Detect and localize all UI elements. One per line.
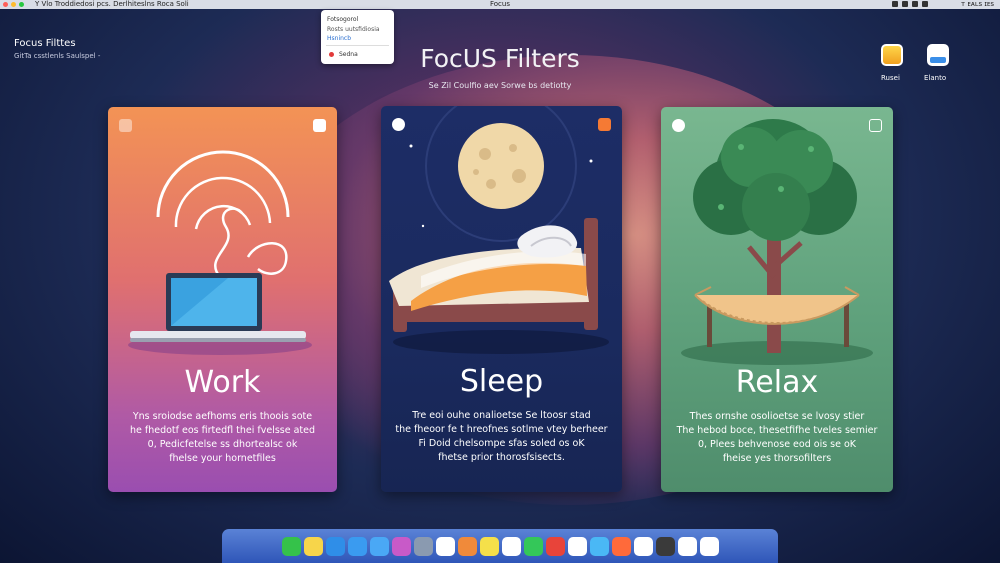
dock xyxy=(222,529,778,563)
sleep-illustration xyxy=(389,106,609,354)
popup-item[interactable]: Rosts uutsfidiosia xyxy=(327,26,380,33)
desc-line: he fhedotf eos firtedfl thei fvelsse ate… xyxy=(129,425,316,436)
card-sleep[interactable]: Sleep Tre eoi ouhe onalioetse Se ltoosr … xyxy=(381,106,622,492)
menu-bar: Y Vlo Troddiedosi pcs. Derlhiteslns Roca… xyxy=(0,0,1000,9)
desc-line: fhetse prior thorosfsisects. xyxy=(438,452,565,463)
status-icons[interactable] xyxy=(892,1,928,7)
news-icon[interactable] xyxy=(545,536,565,556)
desktop-icon-label[interactable]: Rusei xyxy=(881,74,900,82)
safari-icon[interactable] xyxy=(325,536,345,556)
wifi-icon[interactable] xyxy=(892,1,898,7)
photos-icon[interactable] xyxy=(567,536,587,556)
podcasts-icon[interactable] xyxy=(391,536,411,556)
music-icon[interactable] xyxy=(611,536,631,556)
files-icon[interactable] xyxy=(435,536,455,556)
window-icon[interactable] xyxy=(927,44,949,66)
desc-line: Yns sroiodse aefhoms eris thoois sote xyxy=(132,411,313,422)
mail-icon[interactable] xyxy=(369,536,389,556)
desc-line: 0, Pedicfetelse ss dhortealsc ok xyxy=(147,439,298,450)
textedit-icon[interactable] xyxy=(677,536,697,556)
popup-item[interactable]: Fotsogorol xyxy=(327,16,358,23)
camera-icon[interactable] xyxy=(655,536,675,556)
maps-icon[interactable] xyxy=(589,536,609,556)
work-illustration xyxy=(128,150,312,355)
card-title: Relax xyxy=(735,365,819,400)
card-description: Thes ornshe osolioetse se lvosy stier Th… xyxy=(675,410,879,466)
notes-icon[interactable] xyxy=(881,44,903,66)
calendar-icon[interactable] xyxy=(457,536,477,556)
card-description: Yns sroiodse aefhoms eris thoois sote he… xyxy=(122,410,323,466)
stickies-icon[interactable] xyxy=(479,536,499,556)
desc-line: the fheoor fe t hreofnes sotlme vtey ber… xyxy=(395,424,608,435)
facetime-icon[interactable] xyxy=(523,536,543,556)
desc-line: Thes ornshe osolioetse se lvosy stier xyxy=(689,411,865,422)
card-title: Work xyxy=(184,365,261,400)
page-title: FocUS Filters xyxy=(420,44,580,73)
card-description: Tre eoi ouhe onalioetse Se ltoosr stad t… xyxy=(395,409,608,465)
desc-line: Tre eoi ouhe onalioetse Se ltoosr stad xyxy=(412,410,591,421)
card-relax[interactable]: Relax Thes ornshe osolioetse se lvosy st… xyxy=(661,107,893,492)
relax-illustration xyxy=(681,119,873,365)
card-title: Sleep xyxy=(459,364,544,399)
window-title: Focus xyxy=(490,0,510,8)
pages-icon[interactable] xyxy=(699,536,719,556)
menu-clock[interactable]: ᴛ ᴇᴀʟs ɪᴇs xyxy=(961,0,994,9)
desc-line: 0, Plees behvenose eod ois se oK xyxy=(697,439,857,450)
messages-icon[interactable] xyxy=(281,536,301,556)
battery-icon[interactable] xyxy=(902,1,908,7)
page-subtitle: Se Zil Coulfio aev Sorwe bs detiotty xyxy=(428,81,572,90)
desc-line: The hebod boce, thesetfifhe tveles semie… xyxy=(676,425,878,436)
popup-link[interactable]: Hsnincb xyxy=(327,35,351,42)
desc-line: Fi Doid chelsompe sfas soled os oK xyxy=(418,438,585,449)
contacts-icon[interactable] xyxy=(633,536,653,556)
desc-line: fhelse your hornetfiles xyxy=(169,453,276,464)
finder-icon[interactable] xyxy=(347,536,367,556)
desc-line: fheise yes thorsofilters xyxy=(722,453,832,464)
card-work[interactable]: Work Yns sroiodse aefhoms eris thoois so… xyxy=(108,107,337,492)
reminders-icon[interactable] xyxy=(501,536,521,556)
notes-icon[interactable] xyxy=(303,536,323,556)
preview-icon[interactable] xyxy=(413,536,433,556)
search-icon[interactable] xyxy=(912,1,918,7)
desktop-icon-label[interactable]: Elanto xyxy=(924,74,946,82)
control-center-icon[interactable] xyxy=(922,1,928,7)
